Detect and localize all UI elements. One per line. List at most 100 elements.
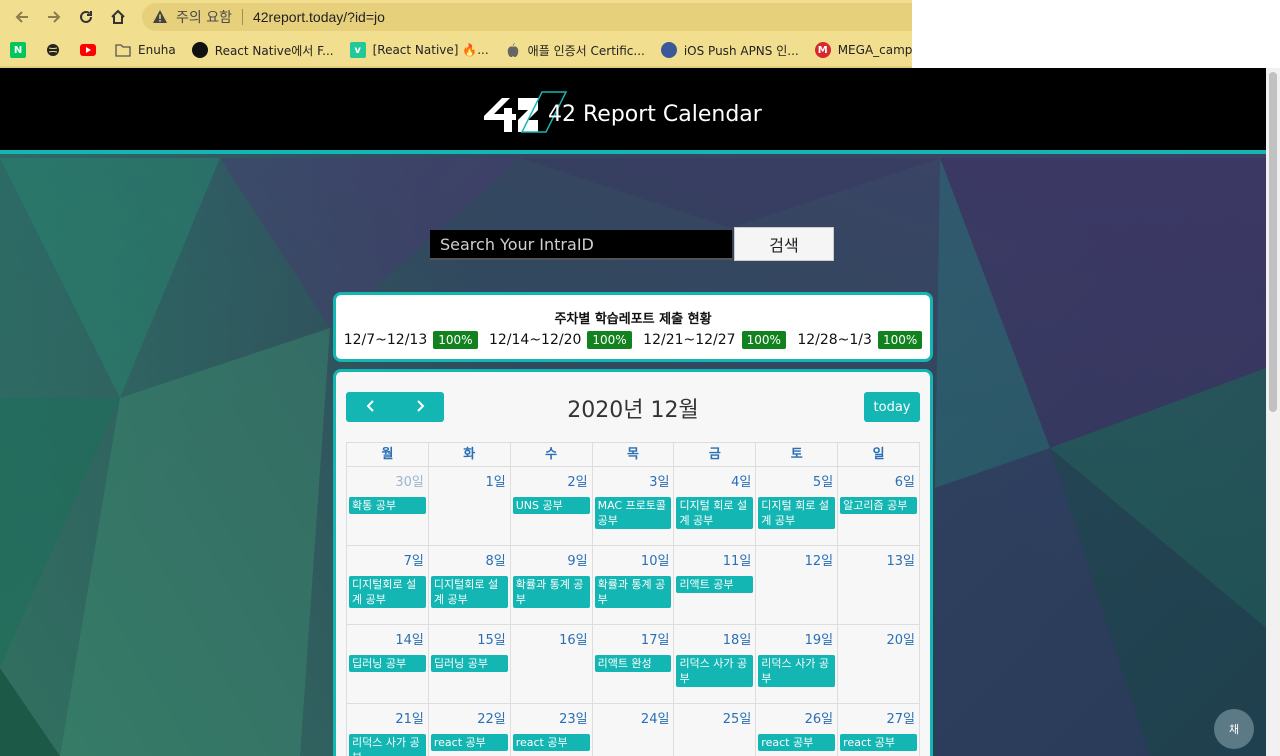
calendar-event[interactable]: 디지털회로 설계 공부 [349, 576, 426, 608]
bookmark-item[interactable] [45, 42, 68, 58]
search-input[interactable] [430, 230, 732, 260]
calendar-day-cell[interactable]: 13일 [838, 546, 921, 625]
bookmark-item[interactable]: Enuha [115, 42, 176, 58]
day-number: 15일 [477, 633, 506, 648]
week-status-item: 12/21~12/27 100% [643, 331, 786, 349]
calendar-day-cell[interactable]: 19일리덕스 사가 공부 [756, 625, 839, 704]
day-number: 25일 [722, 712, 752, 727]
day-number: 16일 [559, 633, 588, 648]
calendar-event[interactable]: 리덕스 사가 공부 [676, 655, 754, 687]
search-button[interactable]: 검색 [734, 227, 834, 261]
calendar-day-cell[interactable]: 5일 디지털 회로 설계 공부 [756, 467, 839, 546]
calendar-day-cell[interactable]: 23일 react 공부 [511, 704, 593, 756]
weekday-header-row: 월화수목금토 일 [346, 442, 920, 467]
calendar-day-cell[interactable]: 3일 MAC 프로토콜 공부 [592, 467, 675, 546]
calendar-event[interactable]: UNS 공부 [512, 497, 590, 514]
calendar-week-row: 21일리덕스 사가 공부 22일 react 공부 23일 react 공부 24일 25일… [346, 704, 921, 756]
weekday-header: 화 [429, 443, 511, 466]
calendar-event[interactable]: react 공부 [512, 734, 590, 751]
week-range: 12/7~12/13 [343, 332, 428, 348]
week-percent-badge: 100% [877, 331, 923, 349]
bookmark-item[interactable]: v [React Native] 🔥... [349, 42, 489, 58]
youtube-icon [80, 42, 96, 58]
window-blank-area [912, 0, 1280, 68]
day-number: 12일 [804, 554, 834, 569]
day-number: 19일 [804, 633, 834, 648]
url-text: 42report.today/?id=jo [252, 9, 385, 25]
calendar-event[interactable]: 디지털회로 설계 공부 [430, 576, 508, 608]
day-number: 18일 [722, 633, 752, 648]
calendar-event[interactable]: react 공부 [758, 734, 836, 751]
calendar-week-row: 14일 딥러닝 공부 15일 딥러닝 공부 16일 17일 리액트 완성 18일 리덕스 사가 … [346, 625, 921, 704]
bookmark-item[interactable]: iOS Push APNS 인... [660, 42, 799, 59]
calendar-event[interactable]: 리액트 완성 [594, 655, 672, 672]
site-title: 42 Report Calendar [548, 102, 762, 127]
calendar-day-cell[interactable]: 2일 UNS 공부 [510, 467, 593, 546]
calendar-event[interactable]: 리덕스 사가 공부 [758, 655, 836, 687]
week-range: 12/28~1/3 [797, 332, 872, 348]
calendar-event[interactable]: 확통 공부 [349, 497, 426, 514]
bookmark-item[interactable]: 애플 인증서 Certific... [505, 42, 645, 59]
calendar-day-cell[interactable]: 6일 알고리즘 공부 [838, 467, 921, 546]
calendar-event[interactable]: 리액트 공부 [676, 576, 754, 593]
home-button[interactable] [103, 2, 133, 32]
bookmark-item[interactable]: React Native에서 F... [191, 42, 334, 59]
bookmark-item[interactable] [80, 42, 103, 58]
calendar-week-row: 30일 확통 공부 1일 2일 UNS 공부 3일 MAC 프로토콜 공부 4일 디지털 회로 … [346, 467, 921, 546]
day-number: 17일 [640, 633, 670, 648]
calendar-day-cell[interactable]: 8일 디지털회로 설계 공부 [428, 546, 511, 625]
calendar-day-cell[interactable]: 21일리덕스 사가 공부 [347, 704, 429, 756]
calendar-event[interactable]: 딥러닝 공부 [349, 655, 426, 672]
calendar-event[interactable]: 리덕스 사가 공부 [349, 734, 426, 756]
calendar-day-cell[interactable]: 16일 [510, 625, 593, 704]
avatar-icon [660, 42, 677, 58]
calendar-event[interactable]: react 공부 [840, 734, 918, 751]
week-percent-badge: 100% [741, 331, 786, 349]
calendar-day-cell[interactable]: 30일 확통 공부 [347, 467, 429, 546]
calendar-day-cell[interactable]: 27일 react 공부 [838, 704, 921, 756]
bookmark-item[interactable]: M MEGA_campustax [814, 42, 912, 58]
forward-button[interactable] [39, 2, 69, 32]
calendar-day-cell[interactable]: 11일 리액트 공부 [674, 546, 757, 625]
calendar-day-cell[interactable]: 14일 딥러닝 공부 [347, 625, 429, 704]
naver-icon: N [10, 42, 26, 58]
calendar-day-cell[interactable]: 18일리덕스 사가 공부 [674, 625, 757, 704]
back-button[interactable] [7, 2, 37, 32]
reload-button[interactable] [71, 2, 101, 32]
calendar: 2020년 12월 today 월화수목금토 일 30일 확통 공부 1일 2일 UNS … [333, 369, 933, 756]
address-bar[interactable]: 주의 요함 42report.today/?id=jo [142, 3, 912, 31]
scrollbar-thumb[interactable] [1269, 72, 1277, 412]
calendar-day-cell[interactable]: 25일 [674, 704, 757, 756]
url-divider [241, 9, 243, 25]
calendar-event[interactable]: 디지털 회로 설계 공부 [676, 497, 754, 529]
scrollbar[interactable] [1266, 68, 1280, 756]
calendar-event[interactable]: 확률과 통계 공부 [594, 576, 672, 608]
warning-icon [152, 9, 168, 25]
calendar-event[interactable]: 확률과 통계 공부 [512, 576, 590, 608]
calendar-event[interactable]: 디지털 회로 설계 공부 [758, 497, 836, 529]
calendar-event[interactable]: MAC 프로토콜 공부 [594, 497, 672, 529]
week-range: 12/14~12/20 [488, 332, 582, 348]
calendar-day-cell[interactable]: 1일 [428, 467, 511, 546]
bookmark-item[interactable]: N [10, 42, 33, 58]
calendar-day-cell[interactable]: 10일 확률과 통계 공부 [592, 546, 675, 625]
calendar-day-cell[interactable]: 7일 디지털회로 설계 공부 [347, 546, 429, 625]
calendar-day-cell[interactable]: 12일 [756, 546, 839, 625]
calendar-event[interactable]: 딥러닝 공부 [430, 655, 508, 672]
today-button[interactable]: today [864, 392, 920, 422]
calendar-day-cell[interactable]: 4일 디지털 회로 설계 공부 [674, 467, 757, 546]
calendar-event[interactable]: 알고리즘 공부 [840, 497, 918, 514]
calendar-day-cell[interactable]: 20일 [838, 625, 921, 704]
calendar-day-cell[interactable]: 15일딥러닝 공부 [428, 625, 511, 704]
chat-button[interactable]: 채 [1214, 709, 1254, 749]
bookmark-label: React Native에서 F... [214, 43, 334, 58]
calendar-day-cell[interactable]: 26일 react 공부 [756, 704, 839, 756]
bookmark-label: iOS Push APNS 인... [683, 43, 799, 58]
calendar-day-cell[interactable]: 17일리액트 완성 [592, 625, 675, 704]
calendar-event[interactable]: react 공부 [430, 734, 508, 751]
weekly-report-status: 주차별 학습레포트 제출 현황 12/7~12/13 100% 12/14~12/2… [333, 292, 933, 362]
calendar-day-cell[interactable]: 24일 [593, 704, 675, 756]
calendar-day-cell[interactable]: 9일 확률과 통계 공부 [510, 546, 593, 625]
calendar-day-cell[interactable]: 22일 react 공부 [429, 704, 511, 756]
calendar-weeks: 30일 확통 공부 1일 2일 UNS 공부 3일 MAC 프로토콜 공부 4일 디지털 회로 … [346, 467, 921, 756]
